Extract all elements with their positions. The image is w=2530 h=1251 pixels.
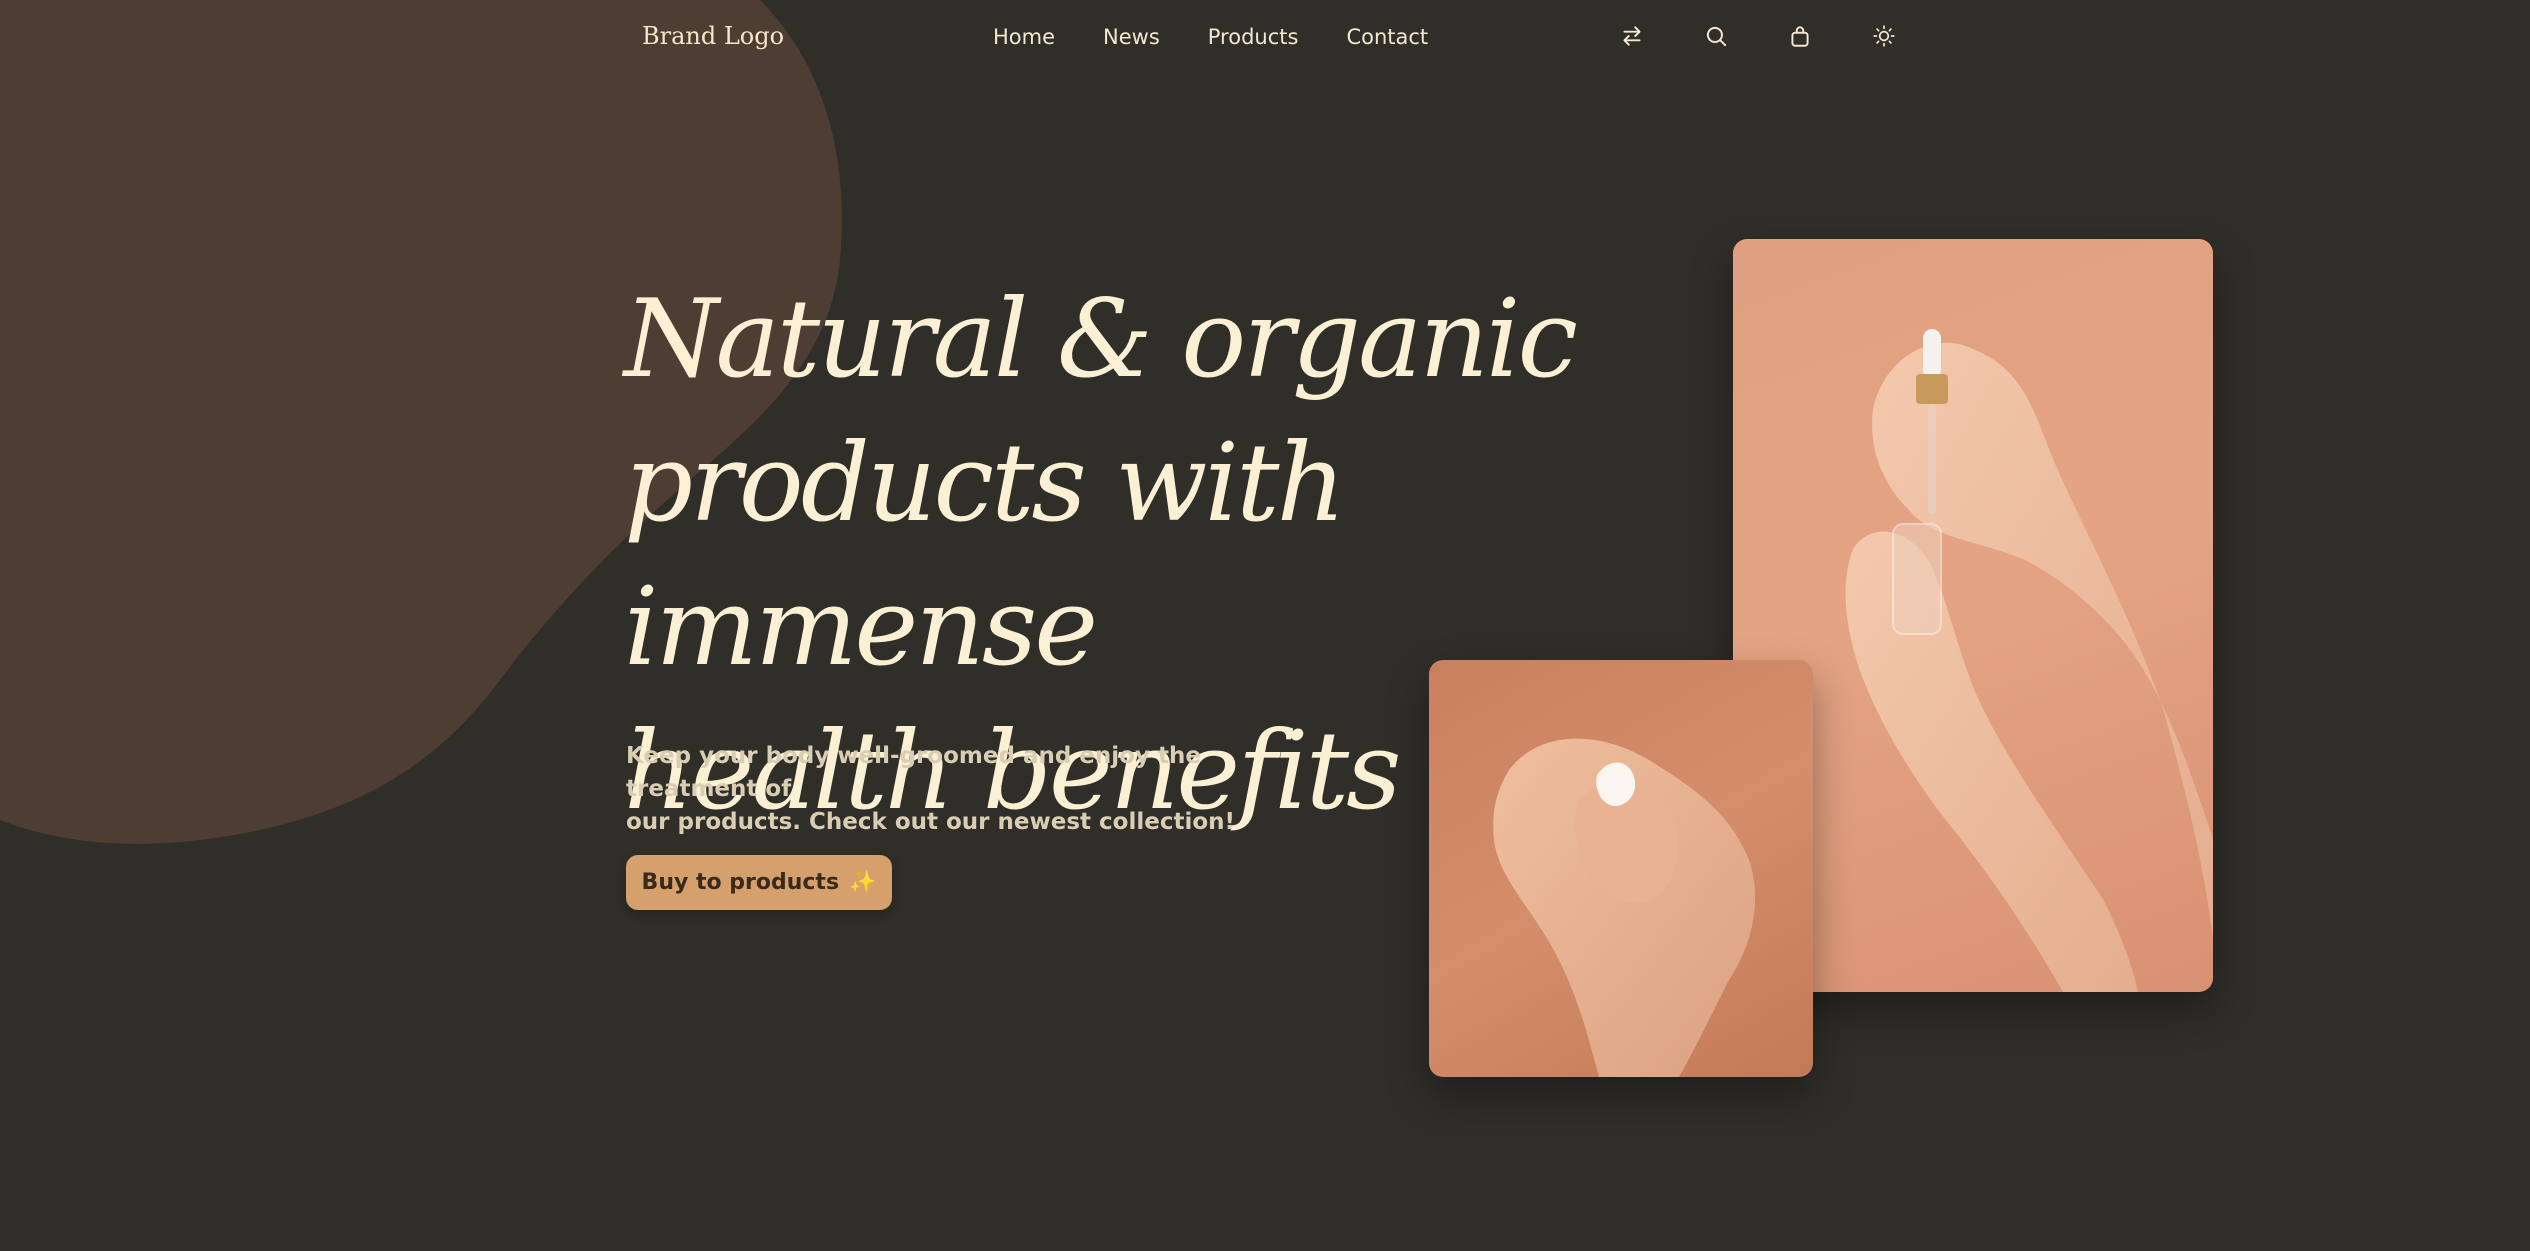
search-icon[interactable] bbox=[1700, 20, 1732, 52]
hero-subtitle: Keep your body well-groomed and enjoy th… bbox=[626, 740, 1306, 839]
hero-title-line: Natural & organic bbox=[624, 277, 1578, 402]
site-header: Brand Logo Home News Products Contact bbox=[0, 0, 2530, 80]
hand-cream-photo bbox=[1429, 660, 1813, 1077]
hero-title-line: products with immense bbox=[624, 421, 1346, 690]
nav-products[interactable]: Products bbox=[1208, 25, 1299, 49]
swap-arrows-icon[interactable] bbox=[1616, 20, 1648, 52]
nav-contact[interactable]: Contact bbox=[1346, 25, 1428, 49]
buy-products-button[interactable]: Buy to products ✨ bbox=[626, 855, 892, 910]
shopping-bag-icon[interactable] bbox=[1784, 20, 1816, 52]
sparkle-icon: ✨ bbox=[849, 870, 877, 895]
buy-products-label: Buy to products bbox=[641, 870, 840, 895]
hero-subtitle-line: Keep your body well-groomed and enjoy th… bbox=[626, 743, 1201, 802]
main-nav: Home News Products Contact bbox=[993, 25, 1428, 49]
nav-home[interactable]: Home bbox=[993, 25, 1055, 49]
sun-theme-icon[interactable] bbox=[1868, 20, 1900, 52]
hero-subtitle-line: our products. Check out our newest colle… bbox=[626, 809, 1236, 835]
brand-logo[interactable]: Brand Logo bbox=[642, 22, 784, 50]
nav-news[interactable]: News bbox=[1103, 25, 1160, 49]
